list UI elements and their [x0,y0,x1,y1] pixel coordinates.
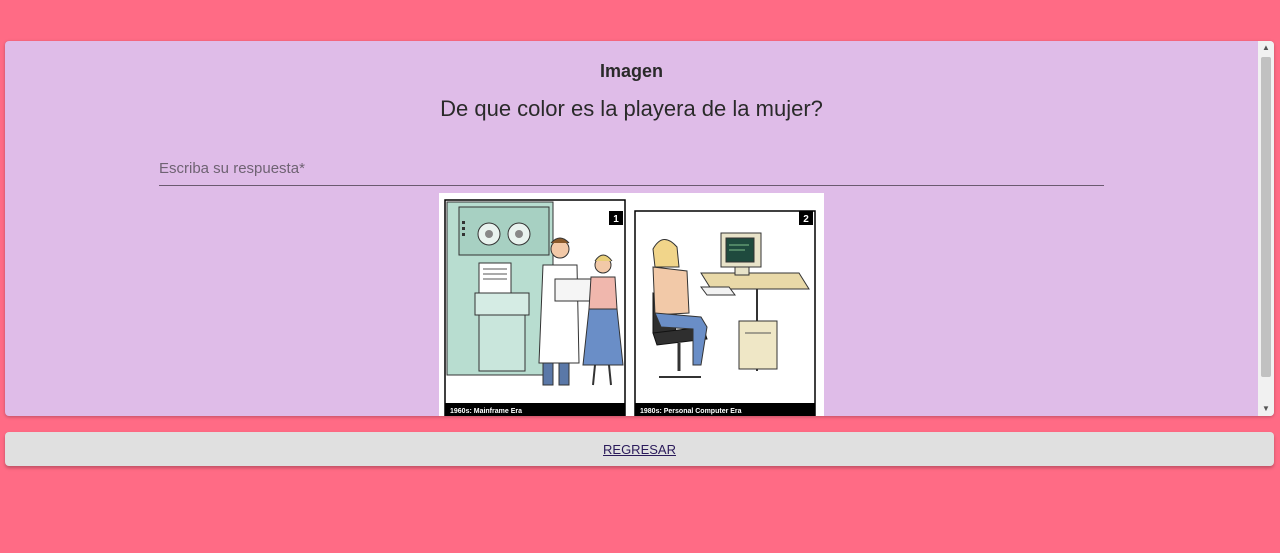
card-scrollbar[interactable]: ▲ ▼ [1258,41,1274,416]
question-text: De que color es la playera de la mujer? [440,96,823,121]
scroll-thumb[interactable] [1261,57,1271,377]
scroll-up-arrow-icon[interactable]: ▲ [1258,41,1274,55]
question-image: 1 1960s: Mainframe Era 2 1980s: Personal… [439,193,824,416]
question-card: Imagen De que color es la playera de la … [5,41,1274,416]
panel-1-number: 1 [613,214,619,225]
panel-personal-computer: 2 1980s: Personal Computer Era [634,210,816,416]
panel-2-caption: 1980s: Personal Computer Era [640,408,742,415]
card-content: Imagen De que color es la playera de la … [5,41,1258,416]
panel-mainframe: 1 1960s: Mainframe Era [444,199,626,416]
panel-2-number: 2 [803,214,809,225]
back-button[interactable]: REGRESAR [5,432,1274,466]
answer-field[interactable]: Escriba su respuesta* [159,157,1108,187]
comic-illustration: 1 1960s: Mainframe Era 2 1980s: Personal… [444,199,816,416]
answer-input[interactable] [159,157,1108,187]
card-title: Imagen [599,61,664,81]
panel-1-caption: 1960s: Mainframe Era [450,408,522,415]
scroll-down-arrow-icon[interactable]: ▼ [1258,402,1274,416]
